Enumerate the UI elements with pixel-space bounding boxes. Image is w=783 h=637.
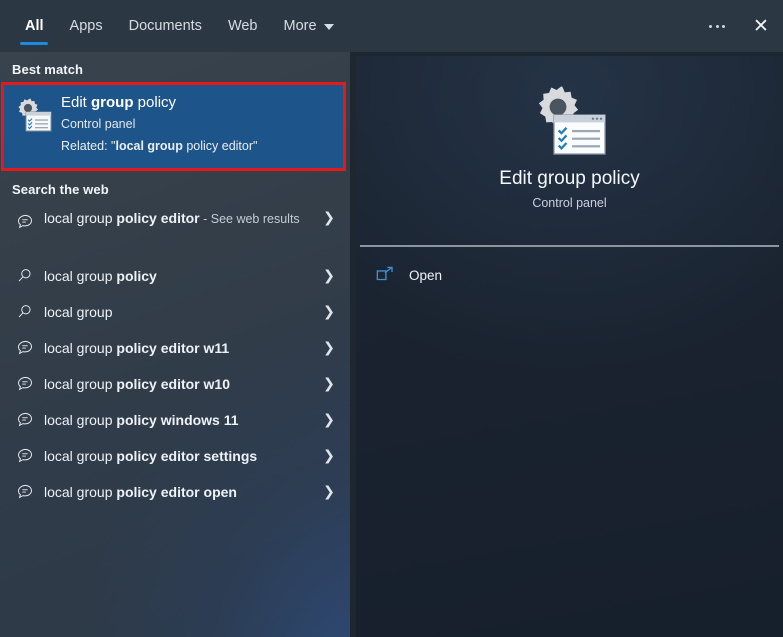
list-item-text-bold: policy: [116, 267, 157, 284]
list-item-text-bold: policy editor w11: [116, 339, 230, 356]
list-item-text-normal: local group: [44, 483, 117, 500]
list-item-text-bold: policy editor settings: [116, 447, 258, 464]
list-item[interactable]: local group policy editor settings ❯: [0, 438, 350, 474]
list-item-text-normal: local group: [44, 375, 117, 392]
tab-documents[interactable]: Documents: [116, 0, 215, 52]
chevron-down-icon: [323, 24, 334, 30]
active-tab-underline: [20, 42, 49, 45]
chevron-right-icon[interactable]: ❯: [318, 340, 340, 356]
chevron-right-icon[interactable]: ❯: [318, 304, 340, 320]
overflow-menu-button[interactable]: [695, 4, 739, 48]
list-item[interactable]: local group policy editor open ❯: [0, 474, 350, 510]
tab-all[interactable]: All: [12, 0, 57, 52]
header-actions: ✕: [695, 0, 783, 52]
ellipsis-icon: [709, 24, 725, 28]
list-item[interactable]: local group policy windows 11 ❯: [0, 402, 350, 438]
best-match-result[interactable]: Edit group policy Control panel Related:…: [3, 84, 344, 169]
open-action-label: Open: [409, 267, 443, 283]
list-item-label: local group policy editor w11: [44, 338, 318, 359]
list-item-text-bold: policy editor: [116, 210, 200, 226]
list-item[interactable]: local group ❯: [0, 294, 350, 330]
best-match-title-bold: group: [91, 94, 134, 111]
list-item-label: local group policy editor settings: [44, 446, 318, 467]
related-prefix: Related: ": [61, 139, 116, 153]
search-suggestion-icon: [12, 407, 38, 433]
list-item-label: local group policy editor open: [44, 482, 318, 503]
windows-search-flyout: All Apps Documents Web More ✕ Best match…: [0, 0, 783, 637]
best-match-subtitle: Control panel: [61, 117, 136, 131]
tab-documents-label: Documents: [128, 18, 202, 34]
list-item[interactable]: local group policy editor - See web resu…: [0, 202, 350, 258]
list-item-label: local group policy editor w10: [44, 374, 318, 395]
search-the-web-heading: Search the web: [12, 182, 109, 197]
tab-more[interactable]: More: [271, 0, 347, 52]
chevron-right-icon[interactable]: ❯: [318, 484, 340, 500]
chevron-right-icon[interactable]: ❯: [318, 448, 340, 464]
preview-divider: [360, 245, 779, 247]
magnifier-icon: [12, 299, 38, 325]
best-match-title: Edit group policy: [61, 92, 336, 114]
list-item-text-normal: local group: [44, 447, 117, 464]
chevron-right-icon[interactable]: ❯: [318, 268, 340, 284]
search-header: All Apps Documents Web More ✕: [0, 0, 783, 52]
group-policy-icon: [15, 97, 53, 135]
filter-tab-strip: All Apps Documents Web More: [12, 0, 347, 52]
tab-web-label: Web: [227, 18, 258, 34]
search-suggestion-icon: [12, 209, 38, 235]
best-match-title-suffix: policy: [133, 94, 177, 111]
tab-web[interactable]: Web: [215, 0, 271, 52]
related-bold: local group: [115, 139, 183, 153]
list-item-label: local group: [44, 302, 318, 323]
list-item[interactable]: local group policy editor w10 ❯: [0, 366, 350, 402]
list-item-text-normal: local group: [44, 303, 113, 320]
tab-more-label: More: [283, 18, 317, 34]
list-item-text-bold: policy editor w10: [116, 375, 230, 392]
close-button[interactable]: ✕: [739, 4, 783, 48]
list-item-label: local group policy: [44, 266, 318, 287]
list-item[interactable]: local group policy editor w11 ❯: [0, 330, 350, 366]
group-policy-icon: [531, 84, 609, 162]
preview-pane: Edit group policy Control panel Open: [356, 56, 783, 637]
best-match-text: Edit group policy Control panel Related:…: [61, 92, 336, 156]
search-suggestion-icon: [12, 371, 38, 397]
results-pane: Best match Edit group policy Control pan…: [0, 52, 350, 637]
open-action-button[interactable]: Open: [370, 256, 442, 294]
list-item[interactable]: local group policy ❯: [0, 258, 350, 294]
open-external-icon: [370, 264, 400, 286]
related-suffix: policy editor": [182, 139, 258, 153]
close-icon: ✕: [753, 14, 769, 37]
best-match-title-prefix: Edit: [61, 94, 92, 111]
chevron-right-icon[interactable]: ❯: [318, 412, 340, 428]
list-item-label: local group policy windows 11: [44, 410, 318, 431]
preview-title: Edit group policy: [499, 168, 640, 189]
search-suggestion-icon: [12, 443, 38, 469]
preview-subtitle: Control panel: [532, 196, 607, 210]
chevron-right-icon[interactable]: ❯: [318, 210, 340, 226]
tab-apps[interactable]: Apps: [57, 0, 116, 52]
tab-all-label: All: [25, 18, 44, 34]
list-item-text-dim: - See web results: [199, 212, 300, 226]
list-item-text-bold: policy editor open: [116, 483, 237, 500]
list-item-label: local group policy editor - See web resu…: [44, 208, 318, 230]
web-suggestion-list: local group policy editor - See web resu…: [0, 202, 350, 510]
best-match-heading: Best match: [12, 62, 84, 77]
list-item-text-bold: policy windows 11: [116, 411, 239, 428]
search-suggestion-icon: [12, 335, 38, 361]
list-item-text-normal: local group: [44, 267, 117, 284]
list-item-text-normal: local group: [44, 210, 117, 226]
magnifier-icon: [12, 263, 38, 289]
list-item-text-normal: local group: [44, 339, 117, 356]
search-suggestion-icon: [12, 479, 38, 505]
chevron-right-icon[interactable]: ❯: [318, 376, 340, 392]
best-match-related: Related: "local group policy editor": [61, 136, 336, 156]
list-item-text-normal: local group: [44, 411, 117, 428]
tab-apps-label: Apps: [69, 18, 103, 34]
